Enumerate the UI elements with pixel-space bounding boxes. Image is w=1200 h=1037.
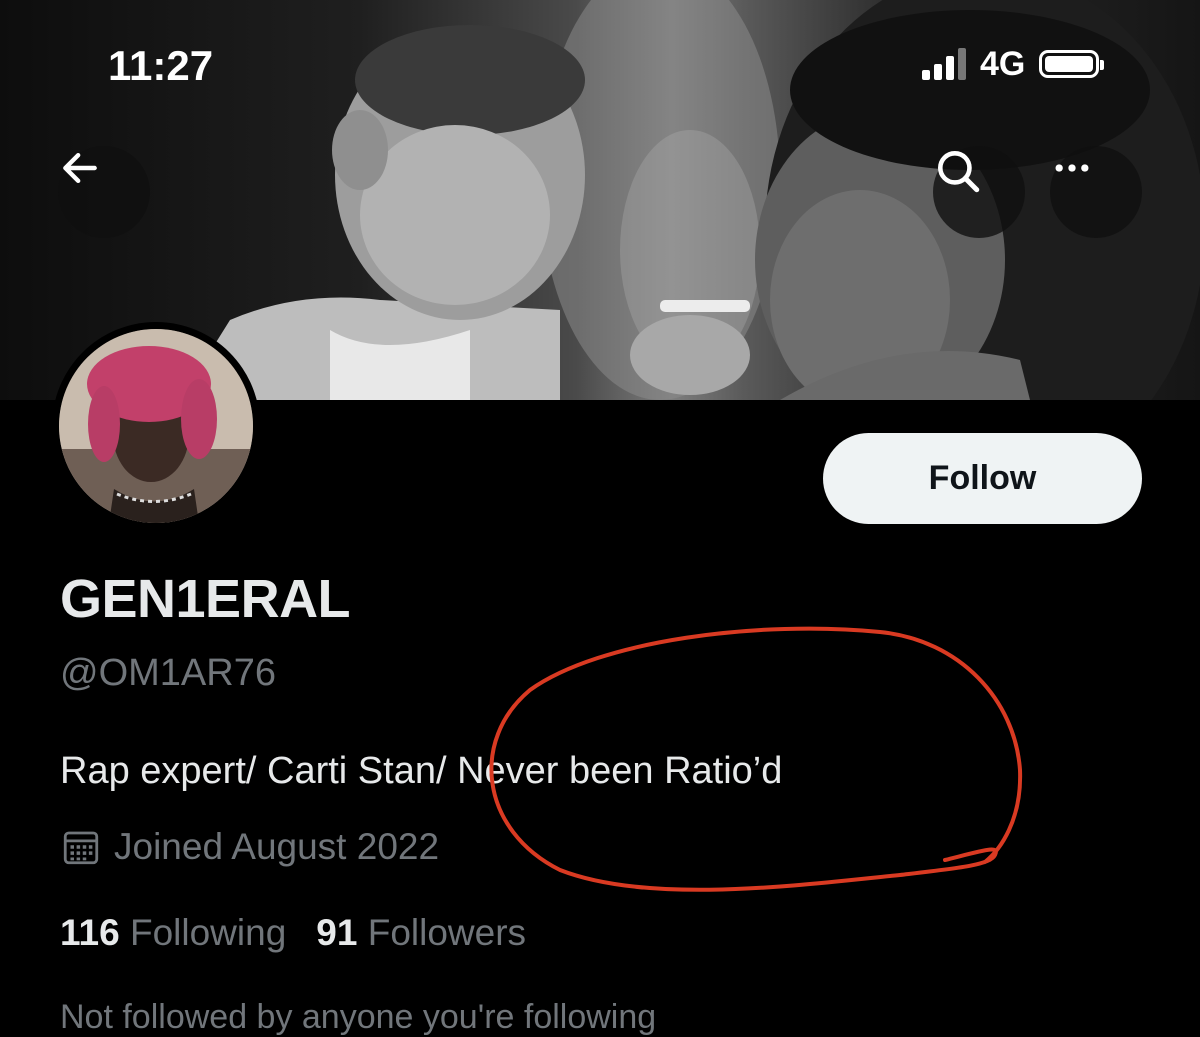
back-button[interactable] (58, 146, 150, 238)
more-button[interactable] (1050, 146, 1142, 238)
calendar-icon (63, 831, 99, 865)
user-handle: @OM1AR76 (60, 652, 276, 694)
followed-by-text: Not followed by anyone you're following (60, 998, 657, 1036)
joined-date: Joined August 2022 (60, 826, 439, 868)
search-button[interactable] (933, 146, 1025, 238)
profile-bio: Rap expert/ Carti Stan/ Never been Ratio… (60, 750, 783, 792)
avatar[interactable] (52, 322, 260, 530)
battery-icon (1039, 50, 1105, 78)
following-label: Following (129, 912, 287, 953)
more-horizontal-icon (1055, 164, 1089, 172)
display-name: GEN1ERAL (60, 569, 351, 629)
followers-count: 91 (316, 912, 358, 953)
network-type: 4G (980, 44, 1026, 83)
following-link[interactable]: 116 Following (60, 912, 286, 954)
signal-icon (922, 48, 966, 80)
status-time: 11:27 (108, 42, 214, 89)
follow-button[interactable]: Follow (823, 433, 1142, 524)
followers-label: Followers (367, 912, 527, 953)
followers-link[interactable]: 91 Followers (316, 912, 526, 954)
search-icon (938, 151, 980, 193)
avatar-photo (59, 329, 253, 523)
follow-stats: 116 Following 91 Followers (60, 912, 526, 954)
following-count: 116 (60, 912, 120, 953)
status-indicators: 4G (922, 44, 1105, 84)
arrow-left-icon (63, 152, 97, 184)
joined-label: Joined August 2022 (114, 826, 440, 867)
